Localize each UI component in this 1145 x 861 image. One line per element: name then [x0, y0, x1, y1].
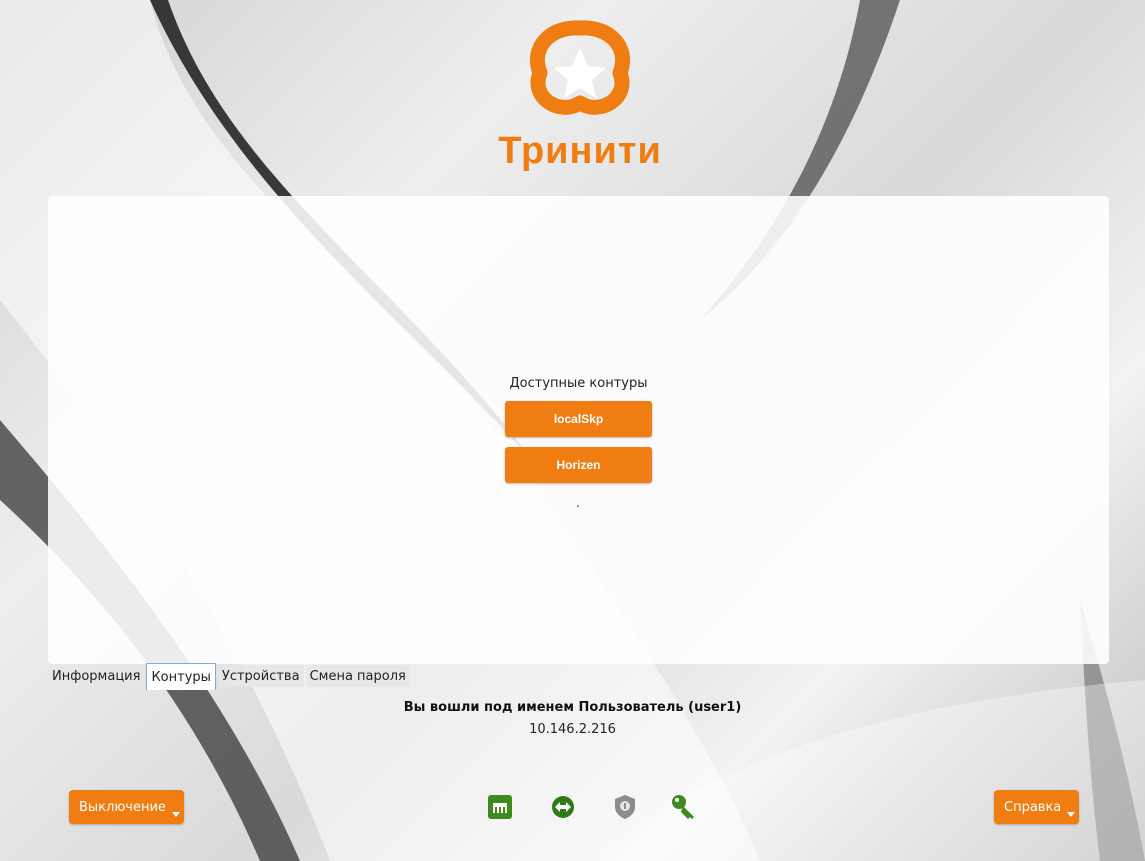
contour-button-horizen[interactable]: Horizen	[505, 447, 652, 483]
shutdown-label: Выключение	[79, 799, 166, 815]
help-button[interactable]: Справка	[994, 790, 1080, 824]
help-label: Справка	[1004, 799, 1062, 815]
shutdown-button[interactable]: Выключение	[69, 790, 184, 824]
tab-devices[interactable]: Устройства	[217, 665, 304, 687]
logged-in-user: Вы вошли под именем Пользователь (user1)	[403, 700, 742, 715]
contours-panel: Доступные контуры localSkp Horizen .	[48, 196, 1109, 664]
available-contours-title: Доступные контуры	[509, 376, 648, 391]
connection-arrows-icon[interactable]	[549, 793, 577, 821]
chevron-down-icon	[171, 812, 180, 817]
contour-button-localskp[interactable]: localSkp	[505, 401, 652, 437]
trinity-logo	[529, 20, 631, 115]
chevron-down-icon	[1067, 812, 1076, 817]
panel-footer-mark: .	[576, 496, 580, 510]
ip-address: 10.146.2.216	[529, 722, 616, 737]
key-icon[interactable]	[670, 793, 698, 821]
tab-bar: Информация Контуры Устройства Смена паро…	[48, 663, 410, 690]
shield-icon[interactable]	[611, 793, 639, 821]
tab-change-password[interactable]: Смена пароля	[305, 665, 410, 687]
tab-information[interactable]: Информация	[48, 665, 145, 687]
brand-name: Тринити	[498, 130, 662, 172]
network-icon[interactable]	[486, 793, 514, 821]
tab-contours[interactable]: Контуры	[146, 663, 216, 690]
